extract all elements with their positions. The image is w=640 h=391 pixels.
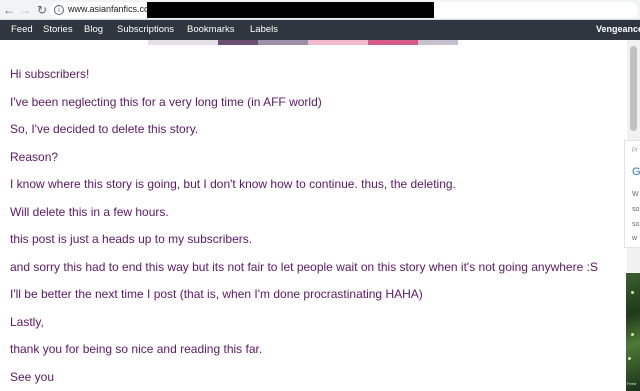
reload-icon[interactable]: ↻ [35, 3, 49, 17]
post-paragraph: thank you for being so nice and reading … [10, 342, 263, 356]
post-paragraph: Lastly, [10, 314, 44, 329]
sidebar-widget-text: w [632, 235, 638, 242]
post-paragraph: and sorry this had to end this way but i… [10, 259, 598, 274]
site-nav-bar: Feed Stories Blog Subscriptions Bookmark… [0, 20, 640, 40]
post-paragraph: this post is just a heads up to my subsc… [10, 232, 253, 246]
nav-stories-link[interactable]: Stories [43, 24, 73, 35]
thumbnail-highlight [631, 291, 634, 294]
nav-blog-link[interactable]: Blog [84, 24, 103, 35]
post-paragraph: See you [10, 369, 55, 384]
sidebar-widget-text: W [632, 191, 639, 198]
redacted-block [147, 2, 434, 18]
post-body: Hi subscribers! I've been neglecting thi… [10, 67, 610, 391]
browser-address-bar: ← → ↻ i www.asianfanfics.com [0, 0, 640, 20]
forward-arrow-icon[interactable]: → [18, 3, 32, 17]
sidebar-widget: Pr G W so so w [624, 140, 640, 248]
scrollbar-thumb[interactable] [630, 46, 637, 131]
nav-bookmarks-link[interactable]: Bookmarks [187, 24, 235, 35]
thumbnail-caption: Feed [627, 381, 637, 386]
nav-subscriptions-link[interactable]: Subscriptions [117, 24, 174, 35]
sidebar-widget-text: so [632, 206, 640, 213]
post-paragraph: Reason? [10, 149, 59, 164]
sidebar-widget-label: Pr [632, 148, 638, 154]
post-paragraph: I've been neglecting this for a very lon… [10, 94, 322, 109]
post-paragraph: I know where this story is going, but I … [10, 177, 456, 191]
story-banner-image [148, 40, 458, 45]
sidebar-widget-title[interactable]: G [632, 166, 640, 178]
post-paragraph: I'll be better the next time I post (tha… [10, 287, 423, 301]
nav-labels-link[interactable]: Labels [250, 24, 278, 35]
thumbnail-highlight [631, 333, 634, 336]
site-info-icon[interactable]: i [54, 5, 64, 15]
post-paragraph: Hi subscribers! [10, 67, 90, 81]
user-menu[interactable]: Vengeance [596, 24, 640, 34]
sidebar-thumbnail-image[interactable]: Feed [626, 273, 640, 391]
url-field[interactable]: i www.asianfanfics.com [50, 2, 638, 18]
post-paragraph: So, I've decided to delete this story. [10, 122, 199, 136]
url-text: www.asianfanfics.com [68, 4, 157, 14]
nav-feed-link[interactable]: Feed [11, 24, 33, 35]
thumbnail-highlight [628, 357, 631, 360]
sidebar-widget-text: so [632, 221, 640, 228]
post-paragraph: Will delete this in a few hours. [10, 204, 169, 219]
back-arrow-icon[interactable]: ← [2, 3, 16, 17]
